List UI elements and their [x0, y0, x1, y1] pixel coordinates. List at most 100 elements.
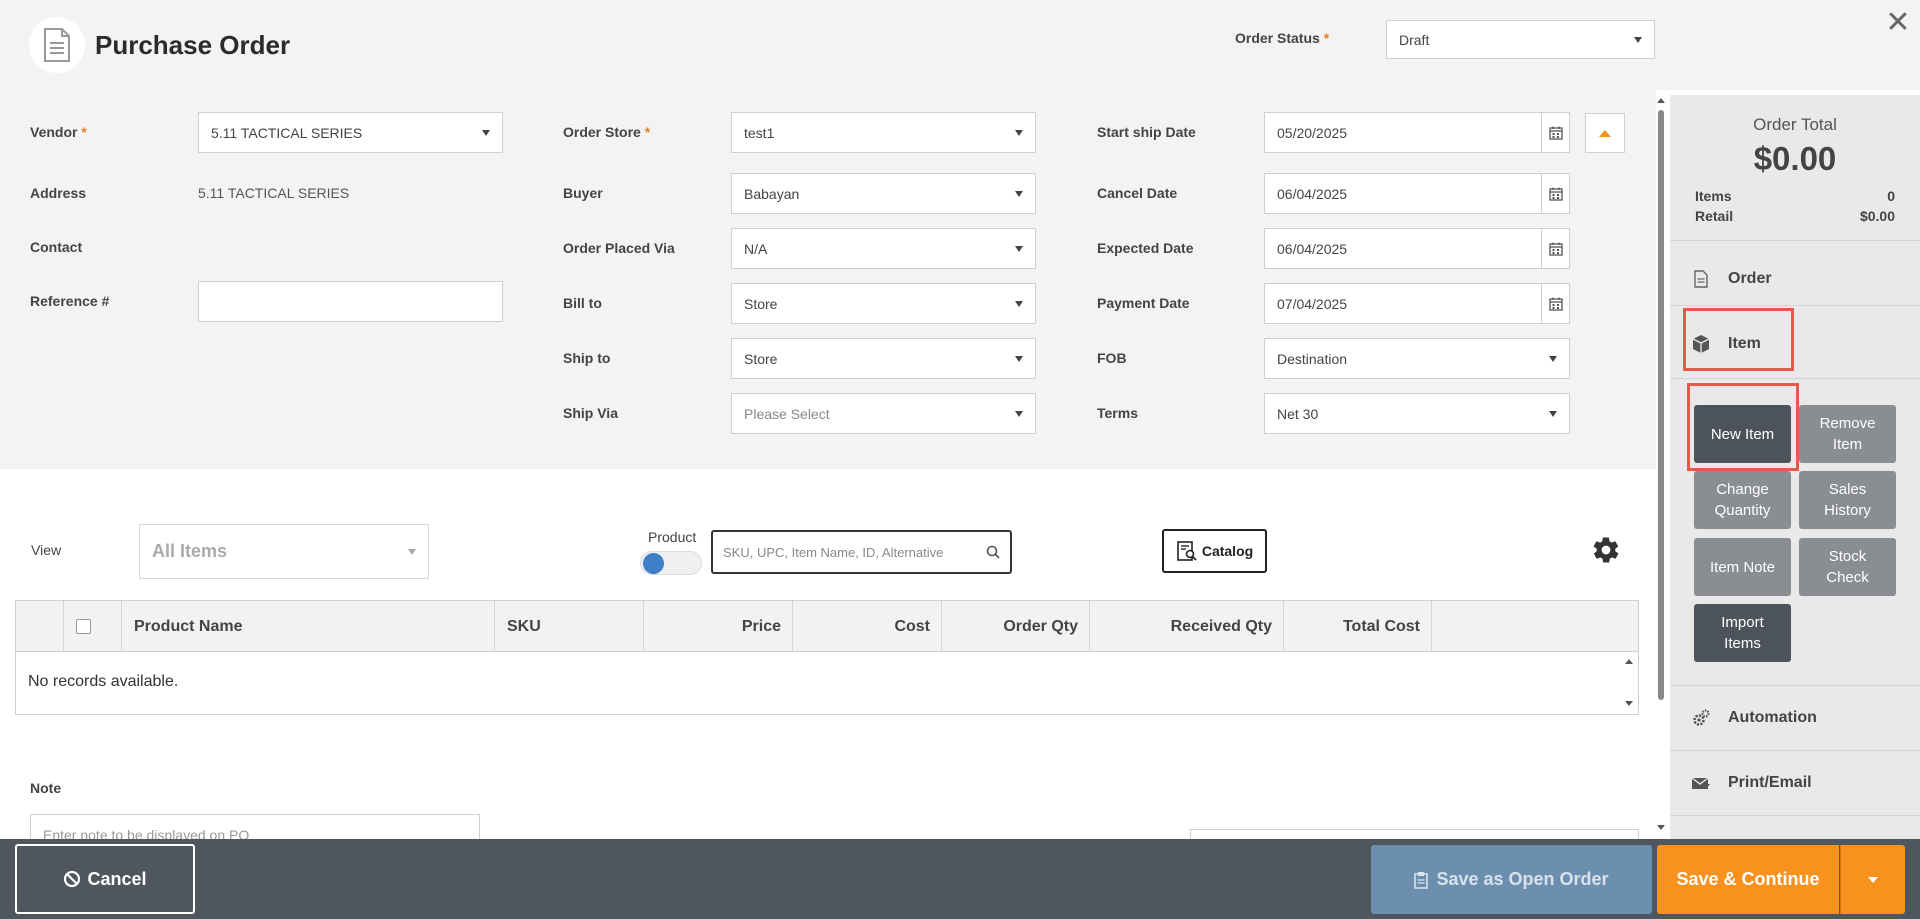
select-all-checkbox[interactable]: [76, 619, 91, 634]
order-status-select[interactable]: Draft: [1386, 20, 1655, 59]
ship-to-value: Store: [744, 350, 778, 367]
ban-icon: [64, 870, 81, 888]
calendar-icon[interactable]: [1541, 113, 1569, 152]
order-store-select[interactable]: test1: [731, 112, 1036, 153]
terms-select[interactable]: Net 30: [1264, 393, 1570, 434]
nav-automation[interactable]: Automation: [1690, 703, 1817, 733]
nav-order-label: Order: [1728, 270, 1772, 287]
grid-col-product-name[interactable]: Product Name: [122, 601, 495, 652]
empty-grid-message: No records available.: [28, 673, 179, 690]
calendar-icon[interactable]: [1541, 284, 1569, 323]
divider: [1670, 750, 1920, 751]
item-note-button[interactable]: Item Note: [1694, 538, 1791, 596]
chevron-down-icon: [408, 548, 416, 555]
view-select[interactable]: All Items: [139, 524, 429, 579]
expected-date-value: 06/04/2025: [1277, 240, 1348, 257]
grid-col-total-cost[interactable]: Total Cost: [1284, 601, 1432, 652]
chevron-down-icon: [1015, 300, 1023, 307]
fob-select[interactable]: Destination: [1264, 338, 1570, 379]
gear-icon[interactable]: [1591, 535, 1621, 565]
change-quantity-button[interactable]: Change Quantity: [1694, 471, 1791, 529]
import-items-button[interactable]: Import Items: [1694, 604, 1791, 662]
order-placed-via-label: Order Placed Via: [563, 240, 675, 256]
save-options-dropdown[interactable]: [1840, 845, 1905, 914]
grid-col-sku[interactable]: SKU: [495, 601, 644, 652]
reference-input[interactable]: [198, 281, 503, 322]
buyer-select[interactable]: Babayan: [731, 173, 1036, 214]
chevron-down-icon: [1634, 36, 1642, 43]
order-total-value: $0.00: [1753, 140, 1837, 177]
fob-label: FOB: [1097, 350, 1127, 366]
grid-col-order-qty[interactable]: Order Qty: [942, 601, 1090, 652]
order-placed-via-value: N/A: [744, 240, 768, 257]
stock-check-button[interactable]: Stock Check: [1799, 538, 1896, 596]
highlight-box: [1687, 383, 1799, 471]
items-value: 0: [1887, 188, 1895, 204]
grid-col-received-qty[interactable]: Received Qty: [1090, 601, 1284, 652]
remove-item-button[interactable]: Remove Item: [1799, 405, 1896, 463]
scroll-up-icon[interactable]: [1657, 98, 1665, 103]
divider: [1670, 378, 1920, 379]
nav-print-email[interactable]: Print/Email: [1690, 768, 1812, 798]
sales-history-button[interactable]: Sales History: [1799, 471, 1896, 529]
grid-col-price[interactable]: Price: [644, 601, 793, 652]
cancel-date-picker[interactable]: 06/04/2025: [1264, 173, 1570, 214]
items-count-row: Items 0: [1695, 188, 1895, 204]
collapse-button[interactable]: [1585, 113, 1625, 153]
grid-scroll-down-icon[interactable]: [1625, 701, 1633, 706]
ship-via-label: Ship Via: [563, 405, 618, 421]
grid-scroll-up-icon[interactable]: [1625, 659, 1633, 664]
ship-via-value: Please Select: [744, 405, 830, 422]
expected-date-picker[interactable]: 06/04/2025: [1264, 228, 1570, 269]
retail-row: Retail $0.00: [1695, 208, 1895, 224]
caret-up-icon: [1599, 129, 1611, 137]
chevron-down-icon: [1015, 355, 1023, 362]
page-title: Purchase Order: [95, 30, 291, 60]
print-email-icon: [1690, 772, 1712, 794]
toggle-knob: [643, 553, 664, 574]
catalog-icon: [1177, 541, 1197, 561]
grid-header: Product Name SKU Price Cost Order Qty Re…: [16, 601, 1638, 652]
calendar-icon[interactable]: [1541, 174, 1569, 213]
save-open-order-label: Save as Open Order: [1436, 869, 1609, 889]
divider: [1670, 685, 1920, 686]
save-continue-button[interactable]: Save & Continue: [1657, 845, 1839, 914]
save-open-order-button[interactable]: Save as Open Order: [1371, 845, 1652, 914]
catalog-button[interactable]: Catalog: [1162, 529, 1267, 573]
payment-date-label: Payment Date: [1097, 295, 1190, 311]
chevron-down-icon: [1015, 410, 1023, 417]
order-status-value: Draft: [1399, 31, 1430, 48]
calendar-icon[interactable]: [1541, 229, 1569, 268]
nav-print-email-label: Print/Email: [1728, 774, 1812, 791]
vendor-label: Vendor *: [30, 124, 87, 140]
cancel-button[interactable]: Cancel: [15, 844, 195, 914]
nav-order[interactable]: Order: [1690, 264, 1772, 294]
order-side-panel: Order Total $0.00 Items 0 Retail $0.00 Ord…: [1670, 95, 1920, 839]
chevron-down-icon: [482, 129, 490, 136]
retail-label: Retail: [1695, 208, 1734, 224]
ship-via-select[interactable]: Please Select: [731, 393, 1036, 434]
divider: [1670, 240, 1920, 241]
ship-to-label: Ship to: [563, 350, 611, 366]
highlight-box: [1683, 308, 1794, 371]
close-icon[interactable]: ✕: [1883, 8, 1913, 38]
scroll-thumb[interactable]: [1658, 110, 1664, 700]
divider: [1670, 305, 1920, 306]
vendor-select[interactable]: 5.11 TACTICAL SERIES: [198, 112, 503, 153]
address-label: Address: [30, 185, 87, 201]
bill-to-select[interactable]: Store: [731, 283, 1036, 324]
product-toggle[interactable]: [640, 551, 702, 575]
ship-to-select[interactable]: Store: [731, 338, 1036, 379]
payment-date-picker[interactable]: 07/04/2025: [1264, 283, 1570, 324]
cancel-date-label: Cancel Date: [1097, 185, 1178, 201]
start-ship-date-picker[interactable]: 05/20/2025: [1264, 112, 1570, 153]
main-scrollbar[interactable]: [1656, 95, 1666, 840]
scroll-down-icon[interactable]: [1657, 825, 1665, 830]
vendor-value: 5.11 TACTICAL SERIES: [211, 124, 363, 141]
order-placed-via-select[interactable]: N/A: [731, 228, 1036, 269]
grid-col-cost[interactable]: Cost: [793, 601, 942, 652]
view-label: View: [31, 542, 62, 558]
search-icon[interactable]: [986, 545, 1000, 559]
payment-date-value: 07/04/2025: [1277, 295, 1348, 312]
product-search-input[interactable]: SKU, UPC, Item Name, ID, Alternative: [711, 530, 1012, 574]
